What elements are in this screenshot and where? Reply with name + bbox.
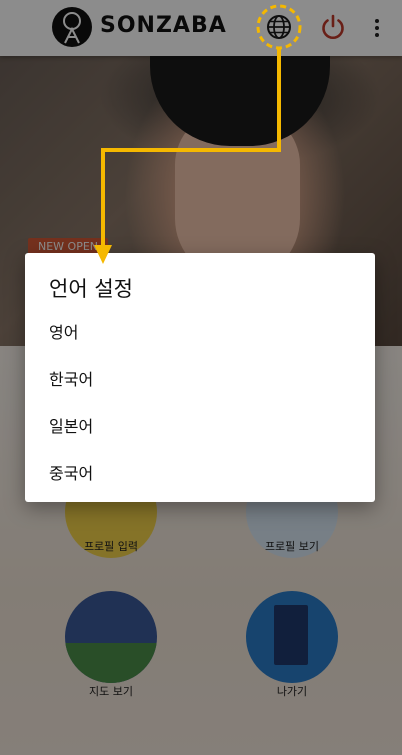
language-dialog: 언어 설정 영어 한국어 일본어 중국어 <box>25 253 375 502</box>
language-option-english[interactable]: 영어 <box>25 308 375 354</box>
language-option-chinese[interactable]: 중국어 <box>25 449 375 495</box>
dialog-title: 언어 설정 <box>49 277 133 301</box>
language-option-korean[interactable]: 한국어 <box>25 355 375 401</box>
language-option-japanese[interactable]: 일본어 <box>25 402 375 448</box>
